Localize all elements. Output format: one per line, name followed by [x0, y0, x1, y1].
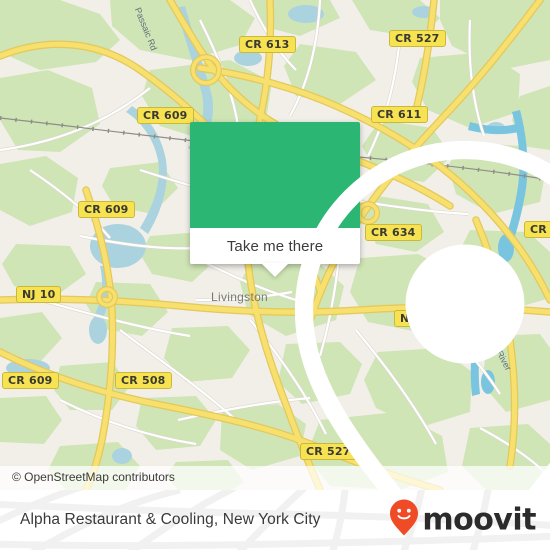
moovit-smiley-pin-icon: [389, 499, 419, 542]
road-shield-nj10-w[interactable]: NJ 10: [16, 286, 62, 303]
road-shield-cr527-n[interactable]: CR 527: [389, 30, 446, 47]
moovit-brand[interactable]: moovit: [389, 499, 536, 542]
footer-title: Alpha Restaurant & Cooling, New York Cit…: [20, 511, 321, 528]
road-shield-cr609-w[interactable]: CR 609: [78, 201, 135, 218]
card-action-area[interactable]: Take me there: [190, 228, 360, 277]
moovit-wordmark: moovit: [422, 502, 536, 537]
moovit-map-screenshot: CR 613 CR 527 CR 609 CR 611 CR 609 CR 63…: [0, 0, 550, 550]
take-me-there-label: Take me there: [226, 237, 324, 255]
road-shield-cr609-n[interactable]: CR 609: [137, 107, 194, 124]
footer-bar: Alpha Restaurant & Cooling, New York Cit…: [0, 490, 550, 550]
road-shield-cr609-s[interactable]: CR 609: [2, 372, 59, 389]
card-image-area: [190, 122, 550, 490]
take-me-there-card[interactable]: Take me there: [190, 122, 550, 490]
osm-attribution-text[interactable]: © OpenStreetMap contributors: [12, 470, 175, 484]
road-shield-cr508[interactable]: CR 508: [115, 372, 172, 389]
road-shield-cr613[interactable]: CR 613: [239, 36, 296, 53]
map-canvas[interactable]: CR 613 CR 527 CR 609 CR 611 CR 609 CR 63…: [0, 0, 550, 490]
road-shield-cr611[interactable]: CR 611: [371, 106, 428, 123]
card-pointer-tail: [261, 263, 289, 277]
